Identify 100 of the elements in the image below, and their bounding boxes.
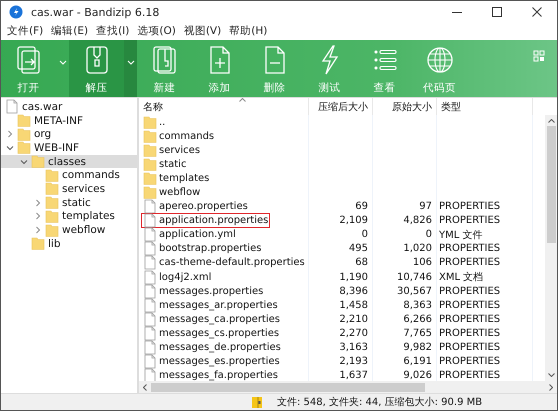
file-name[interactable]: messages_ar.properties: [141, 298, 280, 313]
tree-item[interactable]: webflow: [1, 223, 137, 237]
folder-icon: [31, 154, 45, 170]
table-cell: 1,458: [339, 300, 368, 311]
menu-item[interactable]: 编辑(E): [51, 24, 88, 38]
dropdown-button[interactable]: [124, 40, 137, 97]
table-cell: 1,190: [339, 272, 368, 283]
file-name[interactable]: log4j2.xml: [141, 270, 214, 285]
menu-item[interactable]: 视图(V): [184, 24, 222, 38]
file-name[interactable]: webflow: [141, 185, 202, 200]
table-cell: 8,396: [339, 286, 368, 297]
folder-icon: [143, 142, 157, 158]
sort-ascending-icon: [239, 98, 246, 102]
file-name[interactable]: ..: [141, 115, 168, 130]
table-cell: PROPERTIES: [439, 286, 500, 297]
archive-icon: [251, 395, 263, 409]
file-name[interactable]: static: [141, 156, 188, 172]
menu-item[interactable]: 文件(F): [7, 24, 44, 38]
table-cell: 106: [412, 257, 432, 268]
table-cell: PROPERTIES: [439, 342, 500, 354]
table-cell: 97: [419, 201, 432, 212]
folder-icon: [45, 181, 59, 196]
file-icon: [143, 326, 157, 341]
file-name[interactable]: templates: [141, 170, 212, 186]
file-name[interactable]: application.yml: [141, 227, 238, 242]
file-name[interactable]: cas-theme-default.properties: [141, 255, 307, 270]
column-header[interactable]: 原始大小: [373, 98, 437, 115]
tree-item[interactable]: cas.war: [1, 100, 137, 114]
table-cell: PROPERTIES: [439, 328, 500, 339]
tree-item[interactable]: WEB-INF: [1, 141, 137, 155]
horizontal-scrollbar[interactable]: [139, 381, 557, 393]
file-name[interactable]: application.properties: [141, 213, 270, 228]
scroll-left-icon: [143, 384, 147, 390]
file-name[interactable]: bootstrap.properties: [141, 241, 264, 256]
scroll-down-icon: [548, 373, 554, 377]
column-header[interactable]: 类型: [437, 98, 533, 115]
file-name[interactable]: messages_fa.properties: [141, 368, 280, 381]
column-header[interactable]: 名称: [139, 98, 309, 115]
tree-item[interactable]: static: [1, 196, 137, 210]
table-cell: 9,982: [403, 342, 432, 354]
table-cell: PROPERTIES: [439, 300, 500, 311]
menu-item[interactable]: 选项(O): [137, 24, 176, 38]
table-cell: 30,567: [397, 286, 432, 297]
tree-item[interactable]: org: [1, 127, 137, 142]
vertical-scrollbar[interactable]: [545, 115, 557, 381]
folder-icon: [45, 208, 59, 224]
table-cell: 495: [348, 243, 368, 254]
table-cell: 2,193: [339, 356, 368, 368]
file-icon: [143, 255, 157, 270]
tree-item[interactable]: templates: [1, 210, 137, 224]
table-cell: 0: [362, 229, 368, 240]
column-header[interactable]: 压缩后大小: [309, 98, 373, 115]
file-name[interactable]: messages_ca.properties: [141, 312, 282, 327]
folder-icon: [17, 113, 31, 128]
folder-icon: [45, 222, 59, 238]
scroll-right-icon: [549, 384, 553, 390]
tree-item[interactable]: lib: [1, 236, 137, 251]
file-name[interactable]: messages_cs.properties: [141, 326, 282, 341]
file-name[interactable]: services: [141, 142, 202, 158]
layout-icon: [533, 50, 545, 62]
file-icon: [143, 298, 157, 313]
file-name[interactable]: apereo.properties: [141, 199, 250, 214]
table-cell: 68: [355, 257, 368, 268]
chevron-down-icon: [126, 60, 134, 65]
folder-icon: [143, 128, 157, 144]
table-cell: 3,163: [339, 342, 368, 354]
folder-icon: [17, 140, 31, 156]
file-name[interactable]: commands: [141, 128, 216, 144]
table-cell: 0: [426, 229, 432, 240]
maximize-icon: [491, 6, 503, 18]
menu-item[interactable]: 查找(I): [96, 24, 130, 38]
table-cell: 2,109: [339, 215, 368, 226]
folder-icon: [143, 115, 157, 130]
table-cell: PROPERTIES: [439, 314, 500, 325]
scroll-up-icon: [548, 119, 554, 123]
table-cell: 1,637: [339, 370, 368, 381]
tree-item[interactable]: classes: [1, 154, 137, 168]
table-cell: 69: [355, 201, 368, 212]
chevron-down-icon: [58, 60, 66, 65]
folder-icon: [31, 236, 45, 252]
tree-item[interactable]: services: [1, 182, 137, 196]
table-cell-text: YML 文件: [439, 228, 482, 242]
file-icon: [143, 284, 157, 299]
table-cell: 6,266: [403, 314, 432, 325]
table-cell: PROPERTIES: [439, 243, 500, 254]
folder-icon: [143, 170, 157, 186]
table-cell: PROPERTIES: [439, 257, 500, 268]
file-name[interactable]: messages_de.properties: [141, 340, 283, 356]
file-icon: [143, 368, 157, 381]
table-cell: 7,765: [403, 328, 432, 339]
tree-item[interactable]: commands: [1, 168, 137, 182]
table-cell: 2,270: [339, 328, 368, 339]
folder-icon: [45, 195, 59, 210]
file-icon: [143, 213, 157, 228]
table-cell-text: XML 文档: [439, 270, 484, 284]
file-icon: [143, 354, 157, 370]
file-name[interactable]: messages.properties: [141, 284, 266, 299]
file-name[interactable]: messages_es.properties: [141, 354, 282, 370]
tree-item[interactable]: META-INF: [1, 114, 137, 128]
menu-item[interactable]: 帮助(H): [229, 24, 268, 38]
